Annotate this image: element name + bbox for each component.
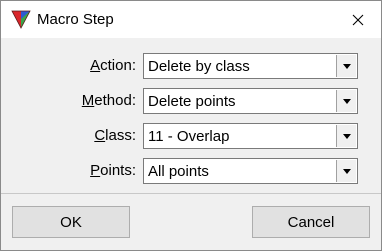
points-select-value: All points — [148, 163, 209, 180]
title-bar: Macro Step — [1, 1, 381, 38]
chevron-down-icon[interactable] — [336, 125, 356, 147]
button-bar: OK Cancel — [1, 194, 381, 250]
action-select[interactable]: Delete by class — [143, 53, 358, 79]
close-icon — [352, 14, 364, 26]
action-label: Action: — [90, 57, 136, 74]
window-title: Macro Step — [37, 11, 114, 28]
app-icon — [11, 9, 31, 29]
points-label: Points: — [90, 162, 136, 179]
method-row: Method: Delete points — [1, 88, 381, 114]
class-select-value: 11 - Overlap — [148, 128, 230, 145]
points-row: Points: All points — [1, 158, 381, 184]
cancel-button[interactable]: Cancel — [252, 206, 370, 238]
action-row: Action: Delete by class — [1, 53, 381, 79]
chevron-down-icon[interactable] — [336, 160, 356, 182]
method-select-value: Delete points — [148, 93, 236, 110]
class-label: Class: — [94, 127, 136, 144]
macro-step-dialog: Macro Step Action: Delete by class Metho… — [0, 0, 382, 251]
close-button[interactable] — [335, 1, 381, 38]
method-label: Method: — [81, 92, 136, 109]
action-select-value: Delete by class — [148, 58, 250, 75]
chevron-down-icon[interactable] — [336, 55, 356, 77]
class-row: Class: 11 - Overlap — [1, 123, 381, 149]
class-select[interactable]: 11 - Overlap — [143, 123, 358, 149]
method-select[interactable]: Delete points — [143, 88, 358, 114]
chevron-down-icon[interactable] — [336, 90, 356, 112]
ok-button[interactable]: OK — [12, 206, 130, 238]
points-select[interactable]: All points — [143, 158, 358, 184]
